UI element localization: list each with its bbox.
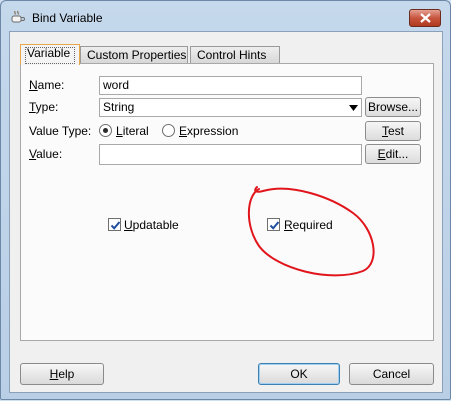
window-title: Bind Variable [32, 11, 103, 25]
tab-custom-properties[interactable]: Custom Properties [80, 46, 188, 64]
tab-control-hints[interactable]: Control Hints [190, 46, 280, 64]
name-value: word [103, 78, 130, 92]
ok-label: OK [290, 367, 308, 381]
variable-panel: Name: word Type: String Browse... Value … [20, 63, 434, 341]
type-dropdown[interactable]: String [99, 98, 362, 117]
name-field[interactable]: word [99, 76, 362, 95]
help-label: Help [49, 367, 75, 381]
checkmark-icon [269, 221, 280, 230]
ok-button[interactable]: OK [258, 363, 340, 385]
type-value: String [103, 100, 135, 114]
name-label: Name: [29, 78, 65, 92]
literal-label[interactable]: Literal [116, 124, 149, 138]
value-label: Value: [29, 147, 63, 161]
value-type-label: Value Type: [29, 124, 92, 138]
tab-variable[interactable]: Variable [20, 44, 80, 65]
help-button[interactable]: Help [20, 363, 104, 385]
close-button[interactable] [409, 9, 441, 27]
close-icon [420, 13, 431, 23]
dialog-content: Variable Custom Properties Control Hints… [9, 31, 443, 393]
value-field[interactable] [99, 144, 362, 165]
test-label: Test [381, 124, 404, 138]
browse-label: Browse... [367, 100, 418, 114]
title-bar[interactable]: Bind Variable [1, 1, 450, 31]
bind-variable-dialog: Bind Variable Variable Custom Properties… [0, 0, 451, 400]
cancel-label: Cancel [372, 367, 411, 381]
required-checkbox[interactable] [267, 218, 280, 231]
browse-button[interactable]: Browse... [365, 97, 421, 117]
tab-label: Variable [27, 46, 71, 60]
updatable-label[interactable]: Updatable [124, 218, 179, 232]
chevron-down-icon [349, 105, 358, 111]
cancel-button[interactable]: Cancel [349, 363, 434, 385]
tab-label: Custom Properties [87, 48, 187, 62]
expression-label[interactable]: Expression [179, 124, 238, 138]
edit-label: Edit... [377, 147, 409, 161]
checkmark-icon [110, 221, 121, 230]
type-label: Type: [29, 100, 59, 114]
required-label[interactable]: Required [284, 218, 333, 232]
coffee-cup-icon [10, 10, 26, 24]
expression-radio[interactable] [162, 124, 175, 137]
tab-label: Control Hints [197, 48, 267, 62]
test-button[interactable]: Test [365, 121, 421, 141]
literal-radio[interactable] [99, 124, 112, 137]
updatable-checkbox[interactable] [108, 218, 121, 231]
edit-button[interactable]: Edit... [365, 144, 421, 164]
